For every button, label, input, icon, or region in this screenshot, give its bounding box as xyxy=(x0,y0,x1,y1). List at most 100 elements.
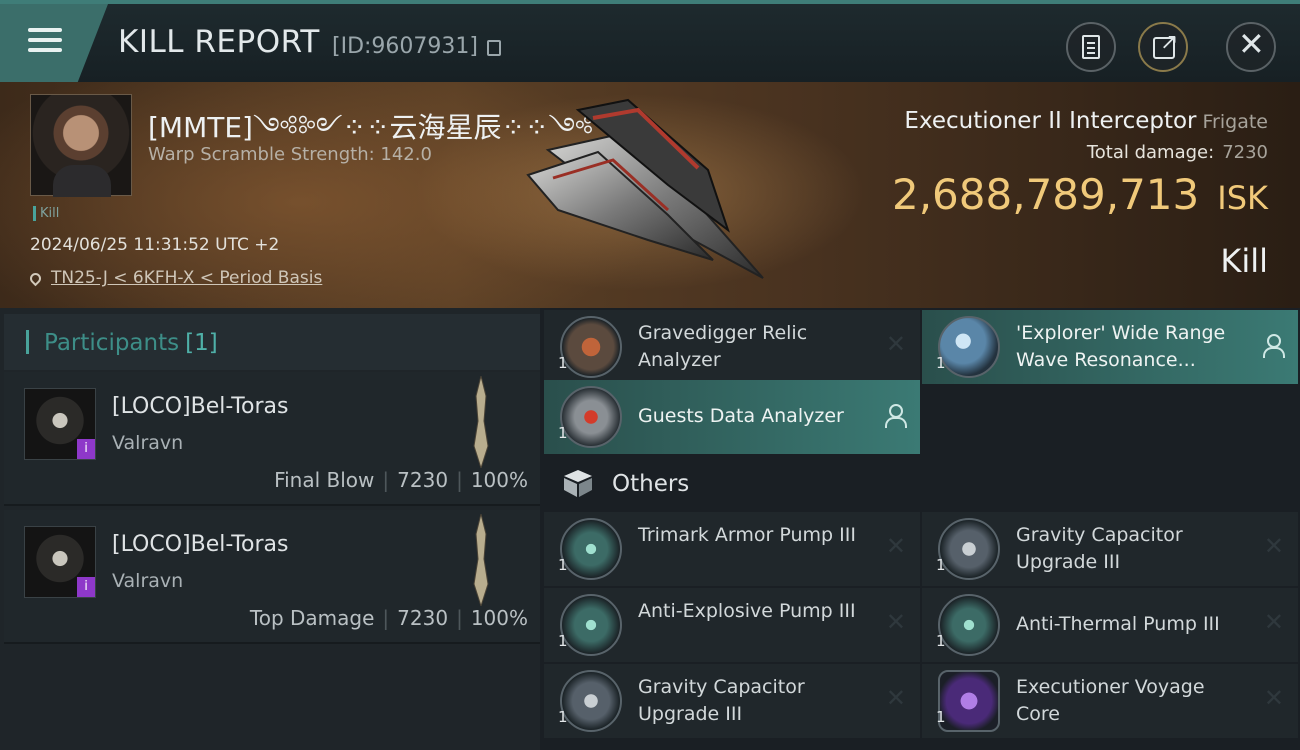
module-name: Executioner Voyage Core xyxy=(1016,676,1205,725)
kill-tag: Kill xyxy=(33,206,59,221)
module-quantity: 1 xyxy=(936,632,946,650)
isk-value: 2,688,789,713 ISK xyxy=(892,170,1268,219)
destroyed-icon: ✕ xyxy=(885,532,906,560)
data-analyzer-icon xyxy=(560,386,622,448)
thermal-pump-icon xyxy=(938,594,1000,656)
close-button[interactable]: ✕ xyxy=(1226,22,1276,72)
cube-icon xyxy=(564,470,592,497)
module-name: Anti-Thermal Pump III xyxy=(1016,613,1220,635)
participant-role: Top Damage xyxy=(249,606,375,630)
participant-card[interactable]: i [LOCO]Bel-Toras Valravn Top Damage | 723… xyxy=(4,510,540,644)
voyage-core-icon xyxy=(938,670,1000,732)
share-button[interactable]: ↗ xyxy=(1138,22,1188,72)
participant-ship: Valravn xyxy=(112,570,184,592)
destroyed-icon: ✕ xyxy=(885,684,906,712)
location-pin-icon xyxy=(27,270,44,286)
page-title: KILL REPORT xyxy=(118,24,320,60)
module-item[interactable]: 1 Anti-Thermal Pump III ✕ xyxy=(922,588,1298,662)
module-item[interactable]: 1 Anti-Explosive Pump III ✕ xyxy=(544,588,920,662)
victim-ship-image[interactable] xyxy=(518,90,778,280)
warp-scramble-strength: Warp Scramble Strength: 142.0 xyxy=(148,144,432,165)
close-icon: ✕ xyxy=(1238,25,1265,63)
module-item[interactable]: 1 Gravity Capacitor Upgrade III ✕ xyxy=(922,512,1298,586)
module-quantity: 1 xyxy=(558,708,568,726)
location-link[interactable]: TN25-J < 6KFH-X < Period Basis xyxy=(51,268,322,288)
capacitor-upgrade-icon xyxy=(938,518,1000,580)
participants-header: Participants [1] xyxy=(4,314,540,370)
module-item[interactable]: 1 'Explorer' Wide Range Wave Resonance..… xyxy=(922,310,1298,384)
kill-location[interactable]: TN25-J < 6KFH-X < Period Basis xyxy=(27,268,322,288)
module-item[interactable]: 1 Trimark Armor Pump III ✕ xyxy=(544,512,920,586)
participants-title: Participants xyxy=(44,330,180,356)
destroyed-icon: ✕ xyxy=(1263,608,1284,636)
module-name: Guests Data Analyzer xyxy=(638,405,844,427)
participant-damage: 7230 xyxy=(397,606,449,630)
module-item[interactable]: 1 Guests Data Analyzer xyxy=(544,380,920,454)
kill-datetime: 2024/06/25 11:31:52 UTC +2 xyxy=(30,235,280,255)
avatar[interactable]: i xyxy=(24,388,96,460)
info-badge: i xyxy=(77,577,95,597)
module-quantity: 1 xyxy=(936,556,946,574)
others-label: Others xyxy=(612,471,690,497)
info-badge: i xyxy=(77,439,95,459)
participant-name: [LOCO]Bel-Toras xyxy=(112,532,289,557)
participant-card[interactable]: i [LOCO]Bel-Toras Valravn Final Blow | 723… xyxy=(4,372,540,506)
module-quantity: 1 xyxy=(936,354,946,372)
destroyed-icon: ✕ xyxy=(885,330,906,358)
module-quantity: 1 xyxy=(936,708,946,726)
module-item[interactable]: 1 Executioner Voyage Core ✕ xyxy=(922,664,1298,738)
victim-portrait[interactable] xyxy=(30,94,132,197)
module-name: Gravity Capacitor Upgrade III xyxy=(1016,524,1183,573)
participant-stats: Final Blow | 7230 | 100% xyxy=(274,468,528,492)
module-name: 'Explorer' Wide Range Wave Resonance... xyxy=(1016,322,1226,371)
destroyed-icon: ✕ xyxy=(885,608,906,636)
clipboard-button[interactable] xyxy=(1066,22,1116,72)
person-icon xyxy=(884,404,907,428)
relic-analyzer-icon xyxy=(560,316,622,378)
destroyed-icon: ✕ xyxy=(1263,684,1284,712)
menu-icon xyxy=(28,28,62,32)
module-quantity: 1 xyxy=(558,556,568,574)
destroyed-icon: ✕ xyxy=(1263,532,1284,560)
participant-stats: Top Damage | 7230 | 100% xyxy=(249,606,528,630)
module-quantity: 1 xyxy=(558,354,568,372)
participant-damage: 7230 xyxy=(397,468,449,492)
isk-currency: ISK xyxy=(1217,179,1268,217)
participant-name: [LOCO]Bel-Toras xyxy=(112,394,289,419)
others-section-header: Others xyxy=(544,458,920,510)
result-label: Kill xyxy=(1220,242,1268,280)
module-item[interactable]: 1 Gravedigger Relic Analyzer ✕ xyxy=(544,310,920,384)
copy-icon[interactable] xyxy=(487,40,501,56)
participant-ship-icon xyxy=(473,514,489,606)
participant-ship: Valravn xyxy=(112,432,184,454)
module-item[interactable]: 1 Gravity Capacitor Upgrade III ✕ xyxy=(544,664,920,738)
ship-name[interactable]: Executioner II Interceptor Frigate xyxy=(904,108,1268,134)
participants-count: [1] xyxy=(185,330,218,356)
clipboard-icon xyxy=(1082,35,1100,59)
explosive-pump-icon xyxy=(560,594,622,656)
module-quantity: 1 xyxy=(558,424,568,442)
total-damage-value: 7230 xyxy=(1222,142,1268,163)
total-damage: Total damage: 7230 xyxy=(1086,142,1268,163)
participants-panel: Participants [1] i [LOCO]Bel-Toras Valrav… xyxy=(0,308,540,750)
module-quantity: 1 xyxy=(558,632,568,650)
avatar[interactable]: i xyxy=(24,526,96,598)
menu-button[interactable] xyxy=(0,4,108,82)
module-name: Gravity Capacitor Upgrade III xyxy=(638,676,805,725)
ship-class: Frigate xyxy=(1202,111,1268,133)
participant-percent: 100% xyxy=(470,606,528,630)
capacitor-upgrade-icon xyxy=(560,670,622,732)
participant-percent: 100% xyxy=(470,468,528,492)
wave-resonance-icon xyxy=(938,316,1000,378)
victim-banner: [MMTE]༺༻⁘⁘云海星辰⁘⁘༺ Warp Scramble Strength… xyxy=(0,82,1300,308)
module-name: Gravedigger Relic Analyzer xyxy=(638,322,808,371)
person-icon xyxy=(1262,334,1285,358)
report-id: [ID:9607931] xyxy=(332,34,478,59)
participant-ship-icon xyxy=(473,376,489,468)
module-name: Anti-Explosive Pump III xyxy=(638,600,856,622)
armor-pump-icon xyxy=(560,518,622,580)
participant-role: Final Blow xyxy=(274,468,375,492)
module-name: Trimark Armor Pump III xyxy=(638,524,856,546)
header: KILL REPORT [ID:9607931] ↗ ✕ xyxy=(0,0,1300,82)
isk-amount: 2,688,789,713 xyxy=(891,170,1200,219)
